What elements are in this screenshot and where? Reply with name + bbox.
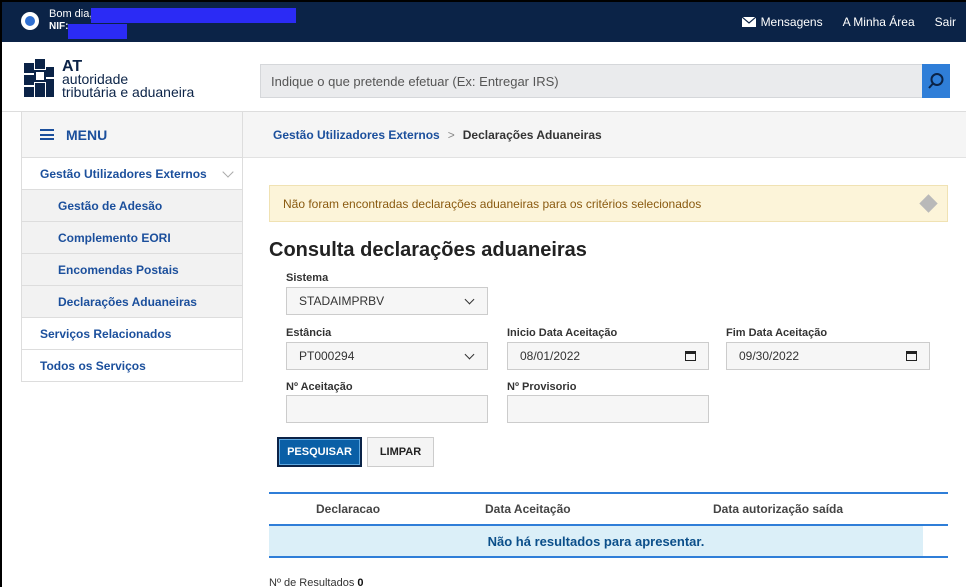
- column-header-declaracao[interactable]: Declaracao: [316, 502, 380, 516]
- top-bar: Bom dia, NIF: Mensagens A Minha Área Sai…: [2, 2, 966, 42]
- logo-text: AT autoridade tributária e aduaneira: [62, 58, 195, 100]
- no-results-alert: Não foram encontradas declarações aduane…: [269, 185, 948, 222]
- column-header-data-aceitacao[interactable]: Data Aceitação: [485, 502, 571, 516]
- search-button[interactable]: [922, 64, 950, 98]
- page-title: Consulta declarações aduaneiras: [269, 239, 587, 261]
- calendar-icon[interactable]: [685, 351, 696, 361]
- table-header: Declaracao Data Aceitação Data autorizaç…: [269, 492, 948, 526]
- limpar-button[interactable]: LIMPAR: [367, 437, 434, 467]
- nif-label: NIF:: [49, 21, 69, 32]
- n-aceitacao-input[interactable]: [286, 395, 488, 423]
- redacted-nif: [68, 24, 127, 39]
- estancia-select[interactable]: PT000294: [286, 342, 488, 370]
- sidebar-item-label: Gestão Utilizadores Externos: [40, 166, 207, 181]
- search-bar: [260, 64, 950, 98]
- at-logo[interactable]: AT autoridade tributária e aduaneira: [22, 54, 212, 104]
- logo-line2: tributária e aduaneira: [62, 83, 195, 100]
- estancia-label: Estância: [286, 327, 332, 339]
- my-area-label: A Minha Área: [842, 15, 915, 29]
- chevron-down-icon: [222, 165, 234, 178]
- at-logo-icon: [24, 59, 54, 97]
- my-area-link[interactable]: A Minha Área: [843, 15, 915, 29]
- sidebar-item-gestao-utilizadores[interactable]: Gestão Utilizadores Externos: [21, 158, 243, 190]
- logout-link[interactable]: Sair: [935, 15, 956, 29]
- sidebar-item-label: Declarações Aduaneiras: [58, 294, 197, 309]
- results-table: Declaracao Data Aceitação Data autorizaç…: [269, 492, 948, 558]
- sidebar-item-todos-servicos[interactable]: Todos os Serviços: [21, 350, 243, 382]
- sistema-value: STADAIMPRBV: [299, 294, 385, 308]
- sidebar: MENU Gestão Utilizadores Externos Gestão…: [21, 112, 243, 382]
- breadcrumb-separator: >: [447, 127, 455, 142]
- redacted-name: [91, 8, 296, 23]
- table-empty-row: Não há resultados para apresentar.: [269, 526, 923, 556]
- hamburger-icon: [40, 129, 54, 140]
- sidebar-item-label: Encomendas Postais: [58, 262, 179, 277]
- n-aceitacao-label: Nº Aceitação: [286, 381, 353, 393]
- warning-icon: [919, 194, 938, 213]
- sidebar-item-label: Todos os Serviços: [40, 358, 146, 373]
- fim-data-input[interactable]: 09/30/2022: [726, 342, 930, 370]
- sidebar-item-label: Serviços Relacionados: [40, 326, 172, 341]
- greeting-text: Bom dia,: [49, 8, 93, 20]
- results-count: Nº de Resultados 0: [269, 577, 364, 587]
- estancia-value: PT000294: [299, 349, 355, 363]
- sidebar-item-encomendas-postais[interactable]: Encomendas Postais: [21, 254, 243, 286]
- results-count-label: Nº de Resultados: [269, 577, 355, 587]
- sidebar-item-complemento-eori[interactable]: Complemento EORI: [21, 222, 243, 254]
- inicio-data-input[interactable]: 08/01/2022: [507, 342, 709, 370]
- messages-label: Mensagens: [760, 15, 823, 29]
- app-frame: Bom dia, NIF: Mensagens A Minha Área Sai…: [0, 0, 966, 587]
- n-provisorio-label: Nº Provisorio: [507, 381, 577, 393]
- fim-data-label: Fim Data Aceitação: [726, 327, 828, 339]
- user-icon: [21, 12, 39, 30]
- breadcrumb-current: Declarações Aduaneiras: [462, 127, 602, 142]
- sidebar-item-gestao-adesao[interactable]: Gestão de Adesão: [21, 190, 243, 222]
- top-links: Mensagens A Minha Área Sair: [741, 15, 956, 29]
- n-provisorio-input[interactable]: [507, 395, 709, 423]
- column-header-data-autorizacao[interactable]: Data autorização saída: [713, 502, 843, 516]
- menu-toggle[interactable]: MENU: [21, 112, 243, 158]
- calendar-icon[interactable]: [906, 351, 917, 361]
- pesquisar-button[interactable]: PESQUISAR: [277, 437, 362, 467]
- table-bottom-rule: [269, 556, 948, 558]
- sistema-select[interactable]: STADAIMPRBV: [286, 287, 488, 315]
- sidebar-item-servicos-relacionados[interactable]: Serviços Relacionados: [21, 318, 243, 350]
- inicio-data-value: 08/01/2022: [520, 349, 581, 363]
- fim-data-value: 09/30/2022: [739, 349, 800, 363]
- search-input[interactable]: [261, 65, 923, 97]
- sidebar-item-label: Gestão de Adesão: [58, 198, 163, 213]
- alert-text: Não foram encontradas declarações aduane…: [283, 196, 702, 211]
- breadcrumb: Gestão Utilizadores Externos > Declaraçõ…: [243, 112, 966, 158]
- sidebar-item-declaracoes-aduaneiras[interactable]: Declarações Aduaneiras: [21, 286, 243, 318]
- results-count-value: 0: [357, 577, 364, 587]
- sidebar-item-label: Complemento EORI: [58, 230, 171, 245]
- sistema-label: Sistema: [286, 272, 329, 284]
- search-icon: [928, 73, 944, 89]
- menu-label: MENU: [66, 126, 108, 143]
- logout-label: Sair: [934, 15, 956, 29]
- envelope-icon: [741, 17, 756, 27]
- site-header: AT autoridade tributária e aduaneira: [2, 42, 966, 112]
- messages-link[interactable]: Mensagens: [741, 15, 823, 29]
- inicio-data-label: Inicio Data Aceitação: [507, 327, 618, 339]
- breadcrumb-parent-link[interactable]: Gestão Utilizadores Externos: [273, 128, 440, 142]
